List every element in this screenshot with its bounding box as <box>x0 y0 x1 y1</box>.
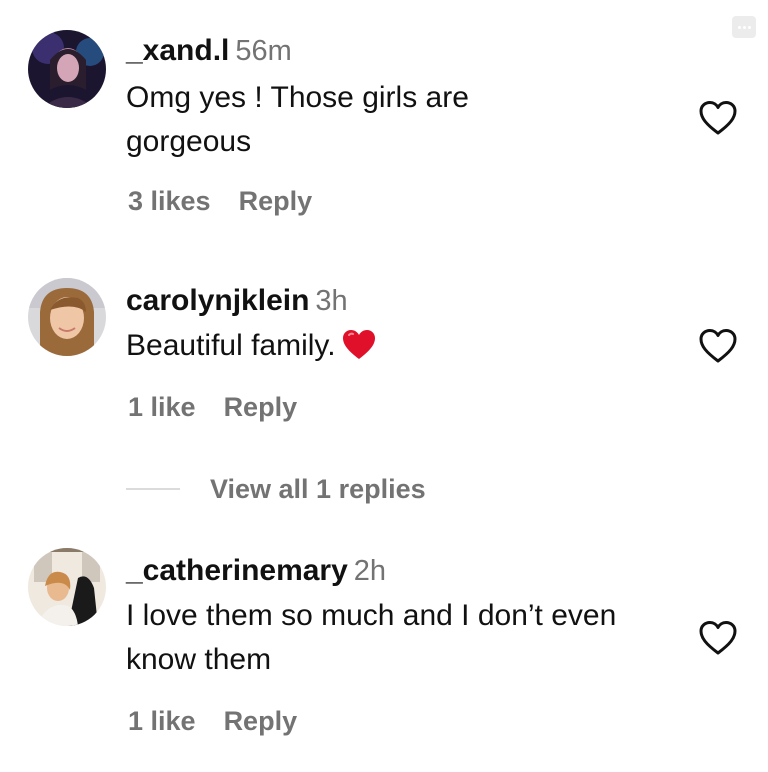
red-heart-emoji <box>342 330 375 359</box>
reply-button[interactable]: Reply <box>239 186 313 216</box>
username[interactable]: _xand.l <box>126 34 229 67</box>
username[interactable]: carolynjklein <box>126 284 309 317</box>
likes-count[interactable]: 1 like <box>128 706 196 736</box>
avatar[interactable] <box>28 278 106 356</box>
comment-text: I love them so much and I don’t even kno… <box>126 599 617 676</box>
view-replies-label: View all 1 replies <box>210 473 426 504</box>
username[interactable]: _catherinemary <box>126 554 348 587</box>
heart-outline-icon[interactable] <box>698 100 738 136</box>
comment-text-content: Beautiful family. <box>126 329 336 362</box>
likes-count[interactable]: 1 like <box>128 392 196 422</box>
likes-count[interactable]: 3 likes <box>128 186 211 216</box>
timestamp: 2h <box>353 555 387 587</box>
heart-outline-icon[interactable] <box>698 328 738 364</box>
comment-text: Beautiful family. <box>126 324 666 368</box>
reply-button[interactable]: Reply <box>224 706 298 736</box>
divider <box>126 488 180 490</box>
view-replies-button[interactable]: View all 1 replies <box>126 474 426 504</box>
more-horizontal-icon <box>737 25 741 29</box>
heart-outline-icon[interactable] <box>698 620 738 656</box>
more-dot <box>742 25 746 29</box>
more-options-button[interactable] <box>732 16 756 38</box>
avatar[interactable] <box>28 548 106 626</box>
reply-button[interactable]: Reply <box>224 392 298 422</box>
timestamp: 56m <box>235 35 292 67</box>
more-dot <box>747 25 751 29</box>
timestamp: 3h <box>315 285 348 317</box>
avatar[interactable] <box>28 30 106 108</box>
comment-text: Omg yes ! Those girls are gorgeous <box>126 81 469 158</box>
